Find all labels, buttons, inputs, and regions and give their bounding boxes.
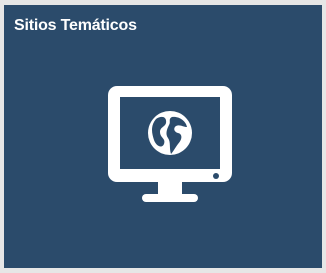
tile-title: Sitios Temáticos [14,17,137,34]
sitios-tematicos-tile[interactable]: Sitios Temáticos [4,5,322,268]
monitor-globe-icon [108,86,232,202]
